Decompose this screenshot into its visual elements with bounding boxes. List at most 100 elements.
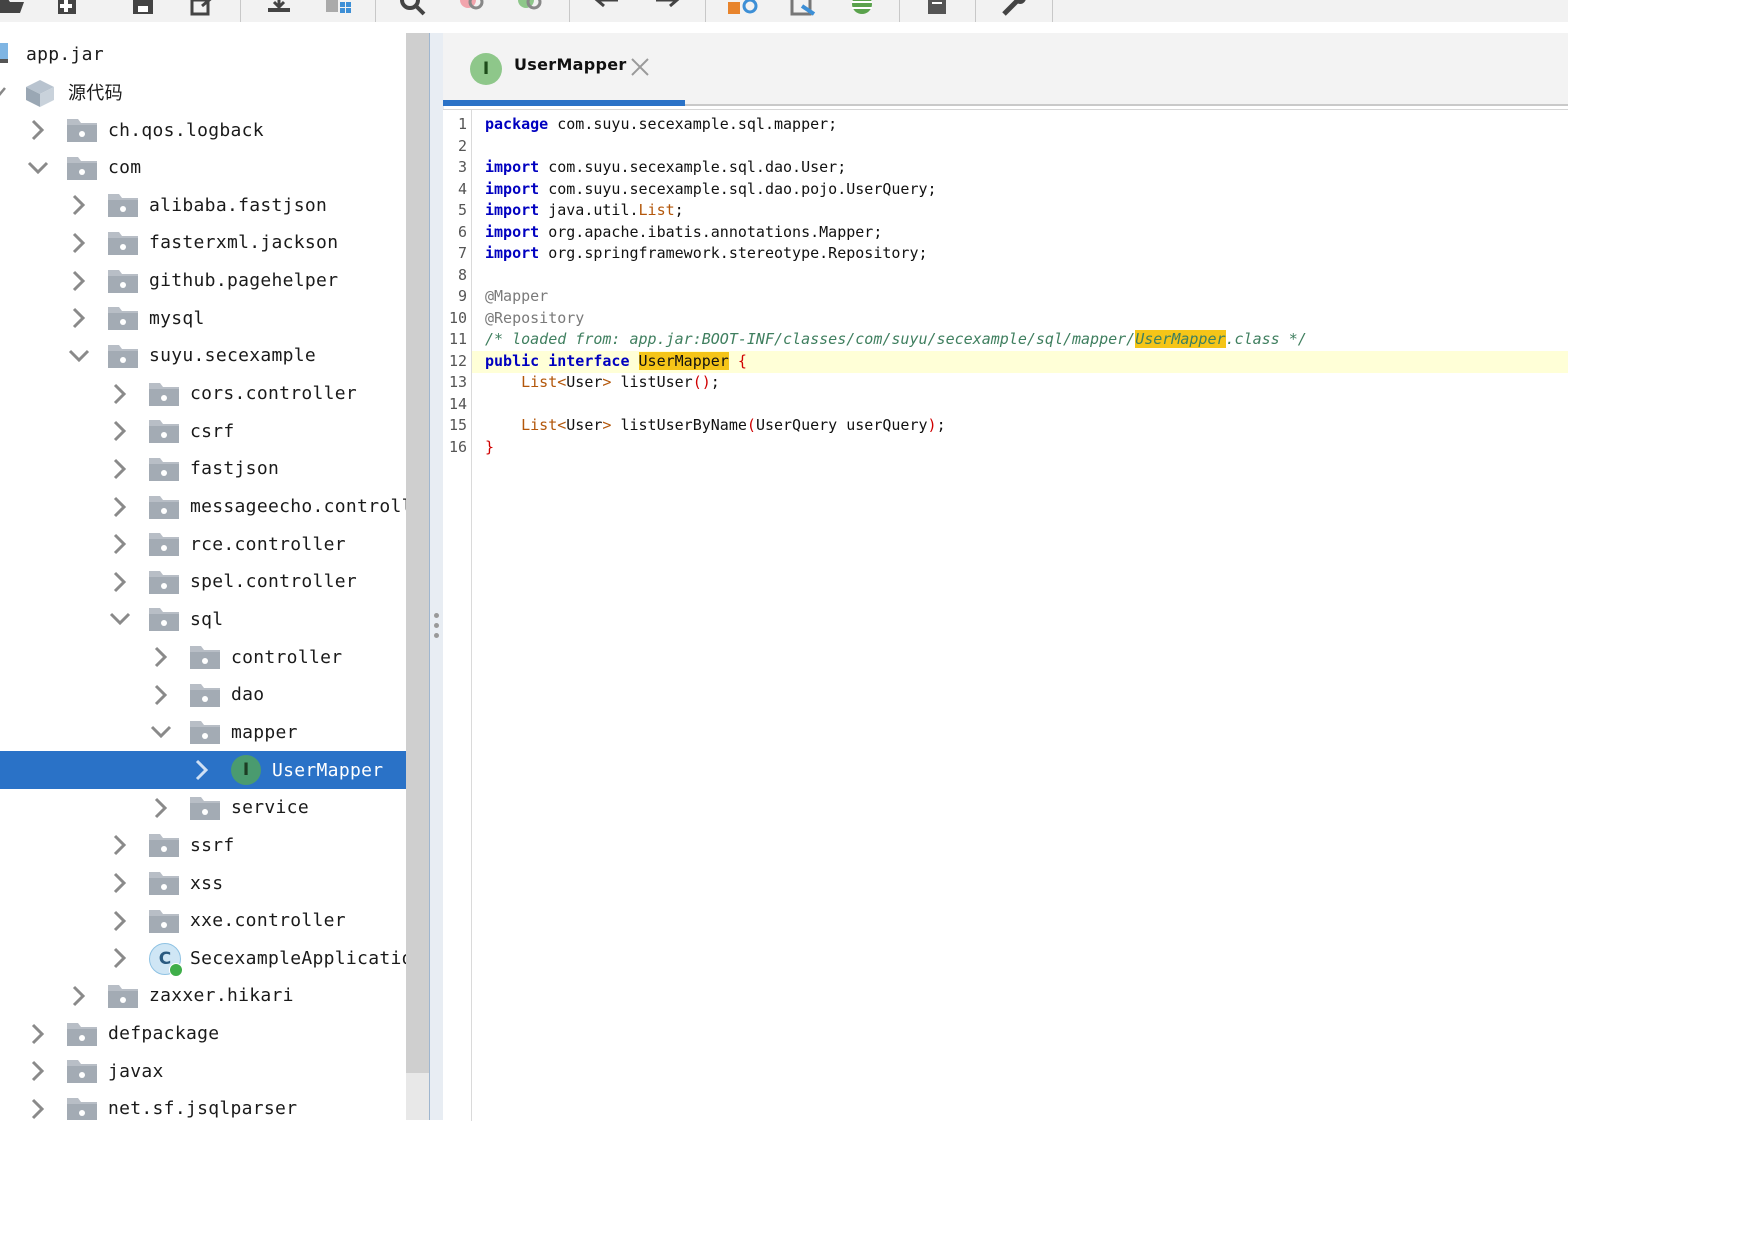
- tree-item[interactable]: defpackage: [0, 1015, 406, 1053]
- code-editor[interactable]: 1 2 3 4 5 6 7 8 9 10 11 12 13 14 15 16 package com.suyu…: [443, 109, 1568, 1121]
- find-usages-icon[interactable]: [456, 0, 490, 20]
- chevron-right-icon[interactable]: [27, 1098, 49, 1120]
- tree-item[interactable]: com: [0, 149, 406, 187]
- chevron-right-icon[interactable]: [109, 910, 131, 932]
- tree-item[interactable]: mysql: [0, 299, 406, 337]
- folder-icon: [149, 570, 179, 594]
- find-class-icon[interactable]: [514, 0, 548, 20]
- chevron-right-icon[interactable]: [109, 571, 131, 593]
- chevron-right-icon[interactable]: [109, 383, 131, 405]
- debug-icon[interactable]: [845, 0, 879, 20]
- chevron-right-icon[interactable]: [68, 307, 90, 329]
- chevron-right-icon[interactable]: [150, 646, 172, 668]
- tree-item[interactable]: spel.controller: [0, 563, 406, 601]
- tree-item[interactable]: javax: [0, 1052, 406, 1090]
- folder-icon: [67, 156, 97, 180]
- chevron-right-icon[interactable]: [68, 232, 90, 254]
- chevron-right-icon[interactable]: [109, 420, 131, 442]
- chevron-right-icon[interactable]: [109, 947, 131, 969]
- tree-item-label: controller: [231, 646, 343, 668]
- tree-source-label: 源代码: [68, 83, 123, 104]
- forward-arrow-icon[interactable]: [650, 0, 684, 20]
- tree-item[interactable]: controller: [0, 638, 406, 676]
- tree-item-label: mapper: [231, 721, 298, 743]
- tree-root-jar[interactable]: app.jar: [0, 35, 406, 73]
- add-file-icon[interactable]: [52, 0, 86, 20]
- tree-item-label: github.pagehelper: [149, 270, 339, 292]
- chevron-right-icon[interactable]: [68, 985, 90, 1007]
- chevron-right-icon[interactable]: [68, 270, 90, 292]
- chevron-right-icon[interactable]: [109, 834, 131, 856]
- tree-scrollbar[interactable]: [406, 33, 430, 1120]
- tree-item[interactable]: net.sf.jsqlparser: [0, 1090, 406, 1120]
- tree-item[interactable]: sql: [0, 600, 406, 638]
- folder-icon: [190, 646, 220, 670]
- splitter-grip-icon[interactable]: [434, 613, 440, 653]
- interface-icon: I: [470, 53, 502, 85]
- tree-item-label: javax: [108, 1060, 164, 1082]
- tree-item[interactable]: github.pagehelper: [0, 262, 406, 300]
- chevron-down-icon[interactable]: [68, 345, 90, 367]
- save-icon[interactable]: [126, 0, 160, 20]
- code-line-13: List<User> listUser();: [521, 373, 720, 391]
- line-number: 15: [448, 416, 467, 434]
- tree-item[interactable]: zaxxer.hikari: [0, 977, 406, 1015]
- tree-item[interactable]: csrf: [0, 412, 406, 450]
- decompile-icon[interactable]: [786, 0, 820, 20]
- tree-item[interactable]: xss: [0, 864, 406, 902]
- chevron-right-icon[interactable]: [191, 759, 213, 781]
- chevron-right-icon[interactable]: [27, 119, 49, 141]
- chevron-right-icon[interactable]: [27, 1023, 49, 1045]
- chevron-right-icon[interactable]: [27, 1060, 49, 1082]
- chevron-right-icon[interactable]: [150, 684, 172, 706]
- tree-item[interactable]: cors.controller: [0, 375, 406, 413]
- chevron-right-icon[interactable]: [109, 872, 131, 894]
- tree-item[interactable]: xxe.controller: [0, 902, 406, 940]
- tree-item[interactable]: suyu.secexample: [0, 337, 406, 375]
- tree-item[interactable]: fastjson: [0, 450, 406, 488]
- chevron-right-icon[interactable]: [150, 797, 172, 819]
- tree-item[interactable]: service: [0, 789, 406, 827]
- layout-icon[interactable]: [322, 0, 356, 20]
- open-icon[interactable]: [0, 0, 28, 20]
- code-line-16: }: [485, 437, 495, 456]
- tree-item-label: defpackage: [108, 1023, 220, 1045]
- tree-item-label: ch.qos.logback: [108, 119, 264, 141]
- settings-wrench-icon[interactable]: [998, 0, 1032, 20]
- back-arrow-icon[interactable]: [590, 0, 624, 20]
- tree-scrollbar-thumb[interactable]: [406, 33, 430, 1073]
- panel-splitter[interactable]: [429, 33, 444, 1120]
- tree-item-label: messageecho.controll: [190, 496, 406, 517]
- chevron-down-icon[interactable]: [150, 721, 172, 743]
- tree-item[interactable]: dao: [0, 676, 406, 714]
- tab-usermapper[interactable]: I UserMapper: [443, 33, 685, 106]
- project-tree: app.jar 源代码 ch.qos.logback com alibaba.fas…: [0, 33, 406, 1120]
- download-icon[interactable]: [262, 0, 296, 20]
- close-icon[interactable]: [629, 56, 651, 78]
- lock-settings-icon[interactable]: [726, 0, 760, 20]
- tree-item[interactable]: mapper: [0, 713, 406, 751]
- tree-item[interactable]: ch.qos.logback: [0, 111, 406, 149]
- chevron-down-icon[interactable]: [109, 608, 131, 630]
- folder-icon: [149, 872, 179, 895]
- chevron-right-icon[interactable]: [109, 533, 131, 555]
- tree-item[interactable]: ssrf: [0, 826, 406, 864]
- tree-item[interactable]: messageecho.controll: [0, 488, 406, 526]
- export-icon[interactable]: [186, 0, 220, 20]
- chevron-right-icon[interactable]: [68, 194, 90, 216]
- tree-item[interactable]: rce.controller: [0, 525, 406, 563]
- runnable-badge-icon: [169, 963, 183, 978]
- document-icon[interactable]: [920, 0, 954, 20]
- tree-item[interactable]: I UserMapper: [0, 751, 406, 790]
- active-tab-indicator: [443, 100, 685, 106]
- chevron-down-icon[interactable]: [27, 157, 49, 179]
- tree-item[interactable]: alibaba.fastjson: [0, 186, 406, 224]
- tree-item[interactable]: C SecexampleApplicatio: [0, 939, 406, 978]
- search-icon[interactable]: [396, 0, 430, 20]
- chevron-down-icon[interactable]: [0, 86, 8, 98]
- code-line-1: package com.suyu.secexample.sql.mapper;: [485, 115, 838, 133]
- tree-item[interactable]: fasterxml.jackson: [0, 224, 406, 262]
- tree-source-node[interactable]: 源代码: [0, 73, 406, 111]
- chevron-right-icon[interactable]: [109, 458, 131, 480]
- chevron-right-icon[interactable]: [109, 496, 131, 518]
